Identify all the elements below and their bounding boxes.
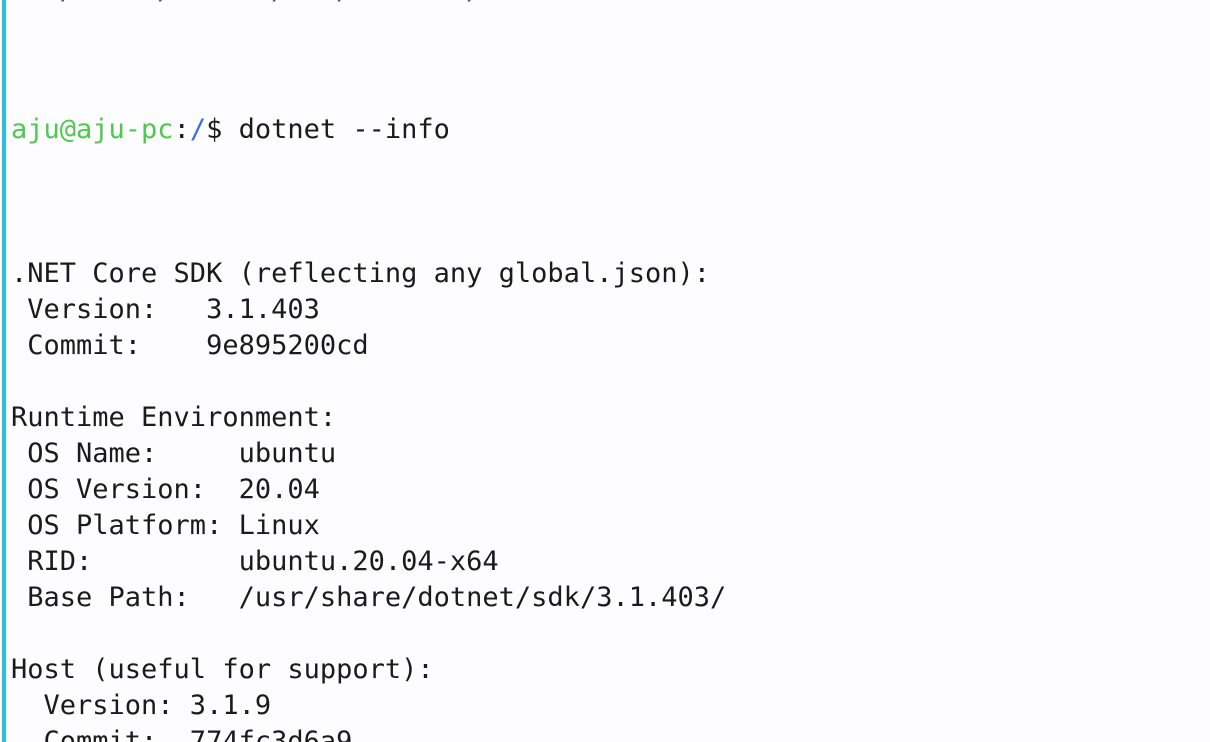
command-prompt-line[interactable]: aju@aju-pc:/$ dotnet --info xyxy=(11,112,1201,148)
terminal-output-area[interactable]: aju@aju-pc:/$ dotnet --info .NET Core SD… xyxy=(11,4,1201,742)
prompt-command: dotnet --info xyxy=(222,114,450,145)
terminal-left-accent-bar xyxy=(2,0,6,742)
output-line: RID: ubuntu.20.04-x64 xyxy=(11,546,499,577)
prompt-sigil: $ xyxy=(206,114,223,145)
output-line: Base Path: /usr/share/dotnet/sdk/3.1.403… xyxy=(11,582,727,613)
prompt-user-host: aju@aju-pc xyxy=(11,114,174,145)
prompt-separator: : xyxy=(173,114,190,145)
output-line: Runtime Environment: xyxy=(11,402,337,433)
output-blank-line xyxy=(11,616,1201,652)
prompt-path: / xyxy=(189,114,207,145)
output-line: Version: 3.1.403 xyxy=(11,294,320,325)
terminal-window[interactable]: usr/share/dotnet/sdk/3.1.403/ aju@aju-pc… xyxy=(0,0,1210,742)
output-line: OS Platform: Linux xyxy=(11,510,320,541)
output-line: Commit: 9e895200cd xyxy=(11,330,369,361)
output-line: Commit: 774fc3d6a9 xyxy=(11,726,353,742)
command-output-lines: .NET Core SDK (reflecting any global.jso… xyxy=(11,256,1201,742)
output-line: .NET Core SDK (reflecting any global.jso… xyxy=(11,258,710,289)
output-line: OS Version: 20.04 xyxy=(11,474,320,505)
output-blank-line xyxy=(11,364,1201,400)
output-line: Version: 3.1.9 xyxy=(11,690,272,721)
output-line: OS Name: ubuntu xyxy=(11,438,337,469)
output-line: Host (useful for support): xyxy=(11,654,434,685)
